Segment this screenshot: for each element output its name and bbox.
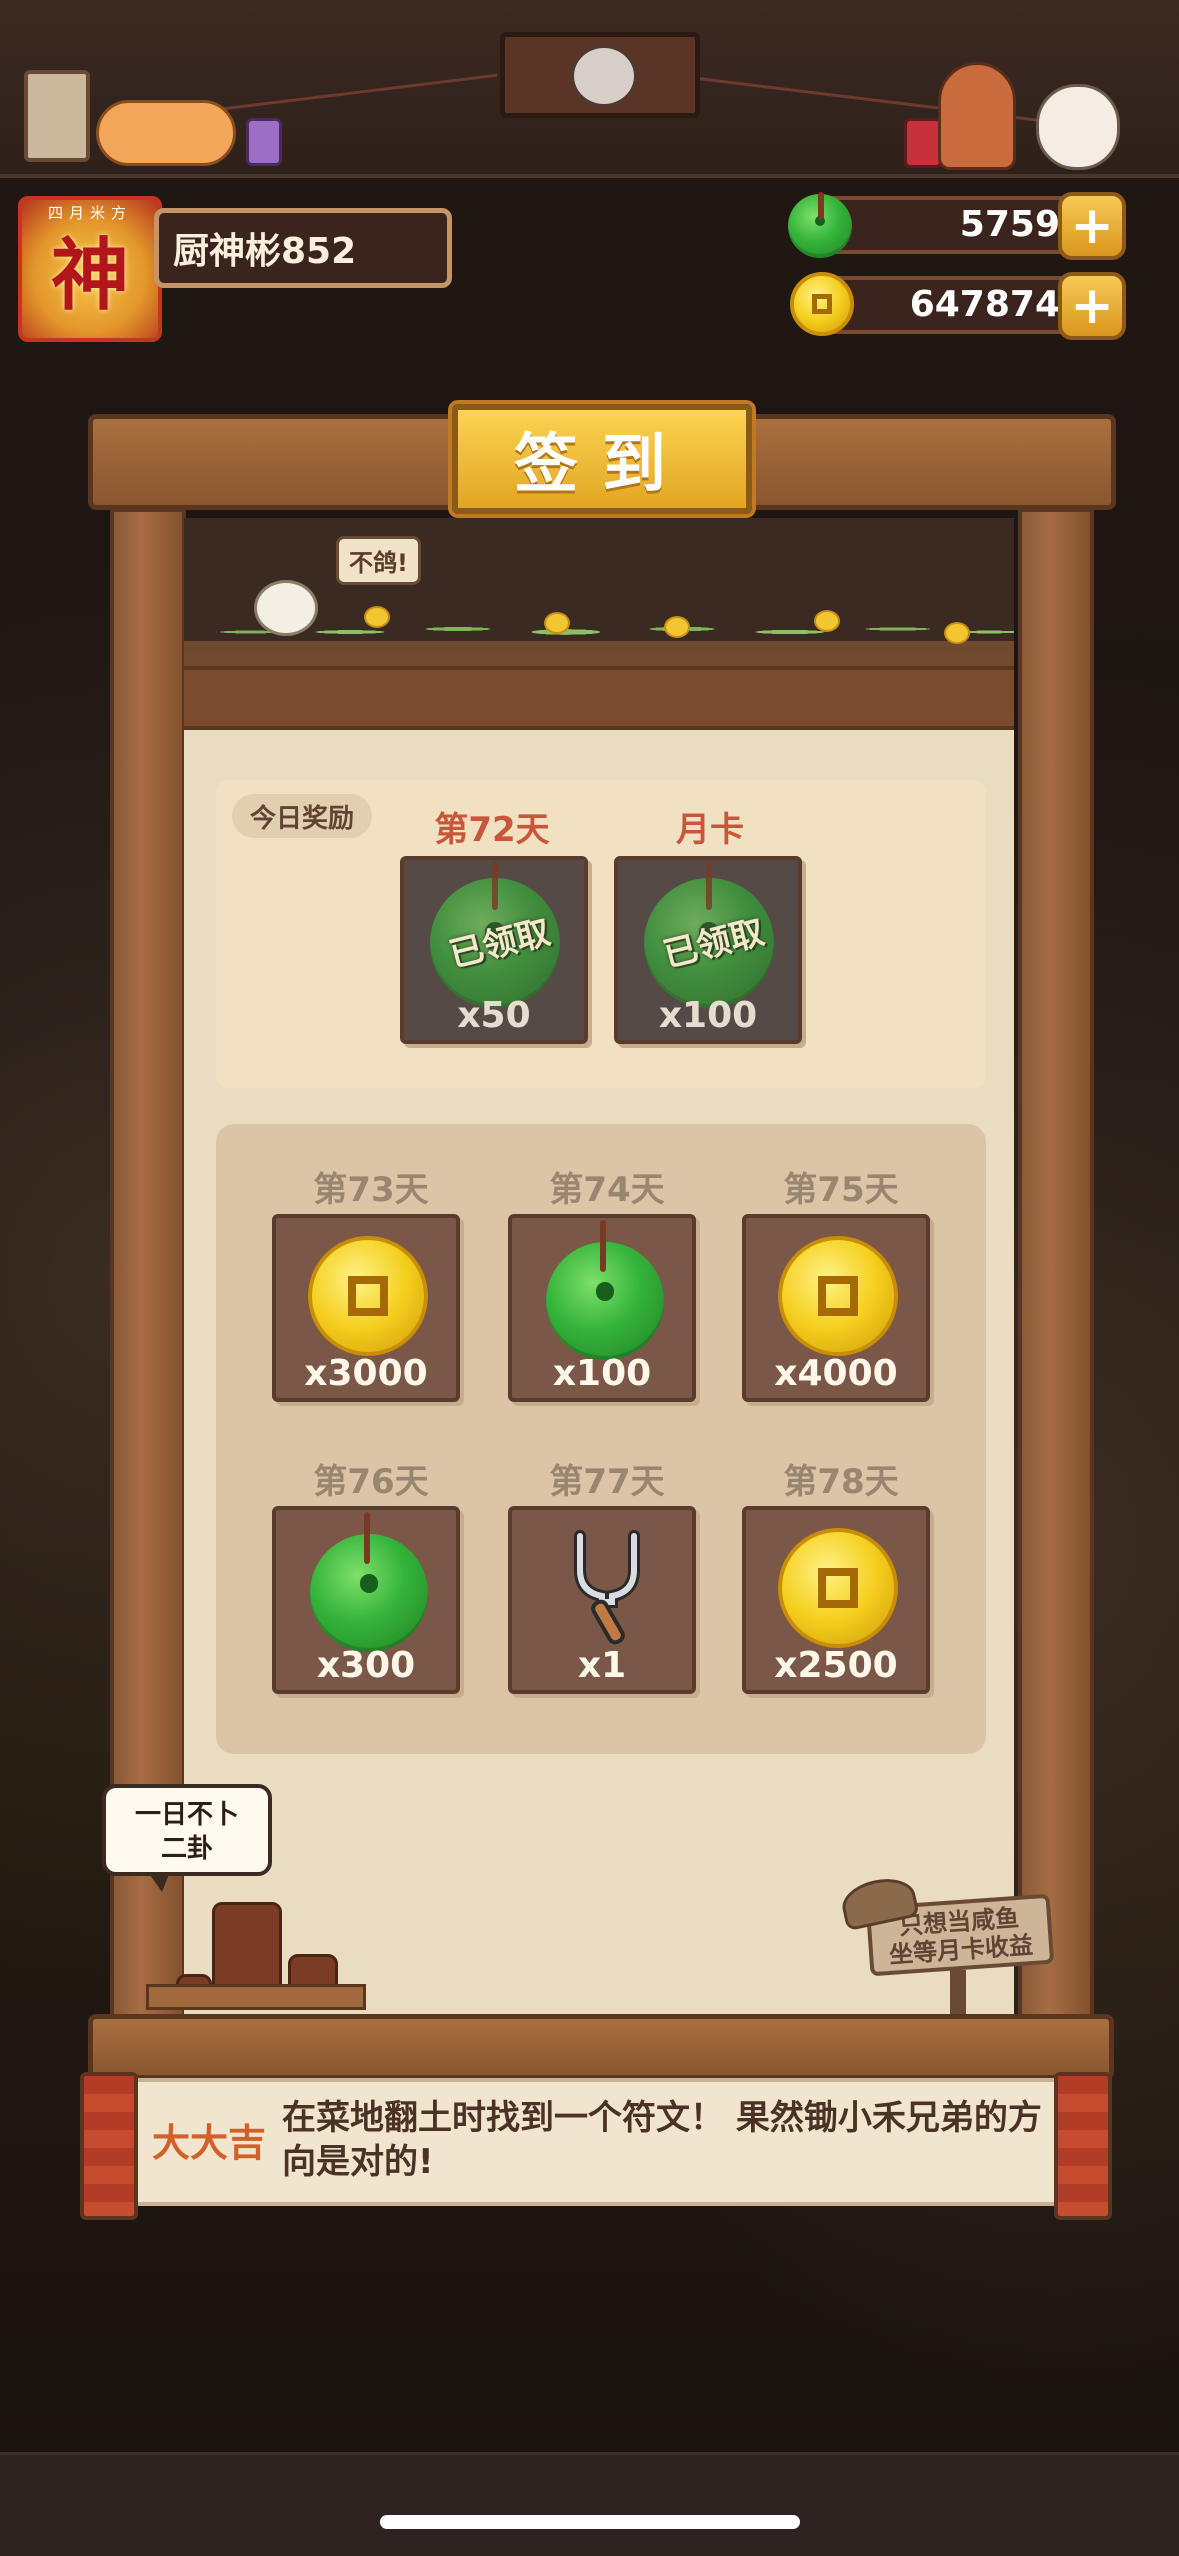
reward-slot-day-76[interactable]: x300: [272, 1506, 460, 1694]
jar-icon: [246, 118, 282, 166]
gold-nugget-icon: [944, 622, 970, 644]
thought-line-1: 一日不卜: [134, 1800, 239, 1830]
today-reward-slot[interactable]: 已领取 x50: [400, 856, 588, 1044]
reward-quantity: x300: [316, 1645, 416, 1686]
top-shelf: [0, 0, 1179, 178]
gold-nugget-icon: [814, 610, 840, 632]
reward-quantity: x4000: [774, 1353, 898, 1394]
portrait-frame-icon[interactable]: [500, 32, 700, 118]
reward-slot-day-77[interactable]: x1: [508, 1506, 696, 1694]
gold-nugget-icon: [544, 612, 570, 634]
day-label: 第73天: [313, 1170, 429, 1210]
day-label: 第76天: [313, 1462, 429, 1502]
scroll-end-left: [80, 2072, 138, 2220]
reward-slot-day-78[interactable]: x2500: [742, 1506, 930, 1694]
thought-line-2: 二卦: [160, 1834, 213, 1864]
fork-icon: [574, 1530, 640, 1645]
scroll-end-right: [1054, 2072, 1112, 2220]
shelf-decoration: [146, 1984, 366, 2010]
jade-amount: 5759: [959, 204, 1060, 245]
add-coins-button[interactable]: +: [1058, 272, 1126, 340]
jade-string: [492, 860, 498, 910]
cat-icon: [96, 100, 236, 166]
white-cat-icon: [1036, 84, 1120, 170]
bird-icon: [254, 580, 318, 636]
coin-icon: [308, 1236, 428, 1356]
notice-board-icon[interactable]: [24, 70, 90, 162]
reward-quantity: x2500: [774, 1645, 898, 1686]
home-indicator[interactable]: [380, 2515, 800, 2529]
day-label: 第75天: [783, 1170, 899, 1210]
day-label: 第78天: [783, 1462, 899, 1502]
reward-quantity: x50: [457, 995, 531, 1036]
reward-slot-day-73[interactable]: x3000: [272, 1214, 460, 1402]
monthly-card-label: 月卡: [676, 810, 744, 850]
reward-quantity: x100: [552, 1353, 652, 1394]
fortune-text: 在菜地翻土时找到一个符文！ 果然锄小禾兄弟的方向是对的!: [282, 2098, 1042, 2182]
reward-quantity: x3000: [304, 1353, 428, 1394]
chef-character-icon: [938, 62, 1016, 170]
jade-string: [364, 1512, 370, 1564]
day-label: 第74天: [549, 1170, 665, 1210]
day-label: 第77天: [549, 1462, 665, 1502]
coin-icon: [778, 1528, 898, 1648]
coin-amount: 647874: [909, 284, 1060, 325]
jade-string: [818, 192, 824, 220]
coin-icon: [778, 1236, 898, 1356]
reward-quantity: x1: [577, 1645, 627, 1686]
gold-nugget-icon: [364, 606, 390, 628]
today-reward-day-label: 第72天: [434, 810, 550, 850]
gold-nugget-icon: [664, 616, 690, 638]
dialog-title: 签到: [452, 404, 752, 514]
jar-icon: [904, 118, 942, 168]
sign-pole: [950, 1970, 966, 2016]
reward-slot-day-75[interactable]: x4000: [742, 1214, 930, 1402]
reward-quantity: x100: [658, 995, 758, 1036]
carved-beam: [184, 666, 1014, 730]
player-avatar[interactable]: 四月米方 神: [18, 196, 162, 342]
jade-string: [706, 860, 712, 910]
add-jade-button[interactable]: +: [1058, 192, 1126, 260]
player-name: 厨神彬852: [154, 208, 452, 288]
bird-speech-bubble: 不鸽!: [336, 536, 421, 585]
jade-string: [600, 1220, 606, 1272]
avatar-caption: 四月米方: [47, 204, 132, 222]
bottom-bar: [0, 2452, 1179, 2556]
coin-icon: [790, 272, 854, 336]
fortune-tag: 大大吉: [152, 2121, 267, 2165]
avatar-character: 神: [50, 230, 129, 321]
right-post: [1018, 508, 1094, 2048]
garden-strip: [184, 518, 1014, 730]
bottom-beam: [88, 2014, 1114, 2080]
monthly-card-slot[interactable]: 已领取 x100: [614, 856, 802, 1044]
today-rewards-tag: 今日奖励: [232, 794, 372, 838]
reward-slot-day-74[interactable]: x100: [508, 1214, 696, 1402]
thought-bubble: 一日不卜 二卦: [102, 1784, 272, 1892]
